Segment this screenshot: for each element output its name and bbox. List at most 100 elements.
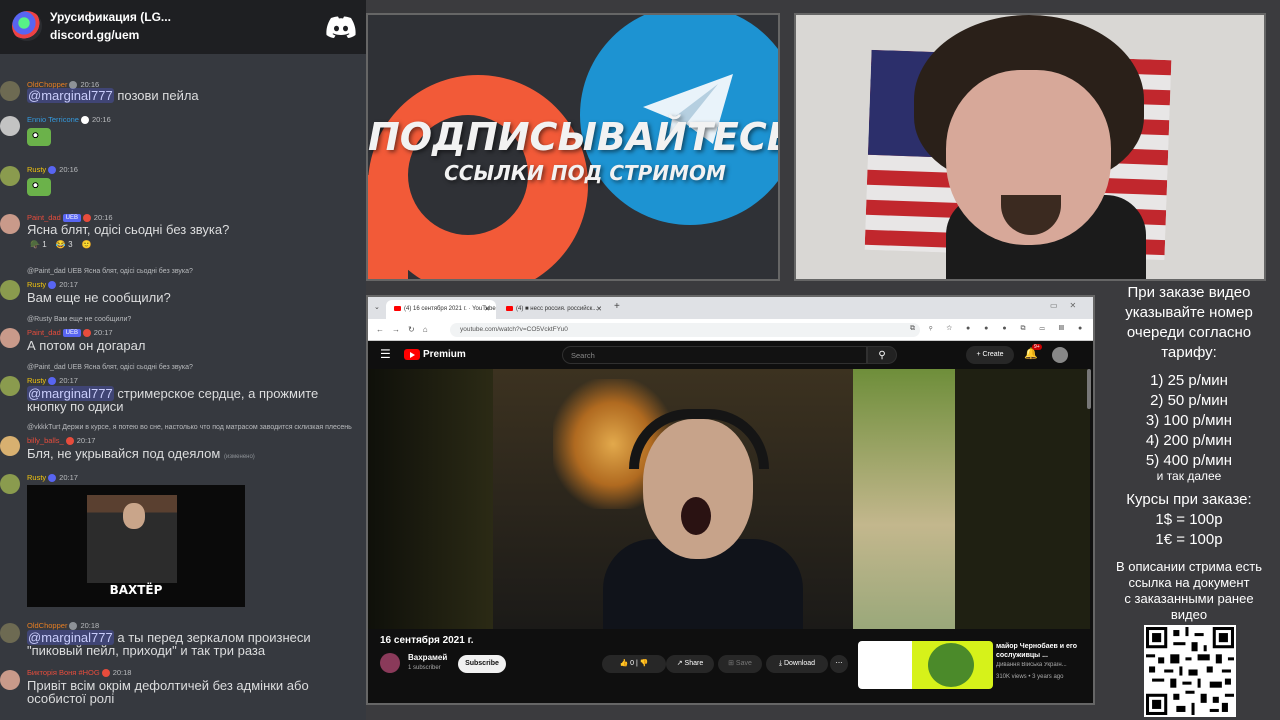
user-mention[interactable]: @marginal777	[27, 88, 114, 103]
message-text-line2: кнопку по одиси	[27, 399, 124, 414]
youtube-header: ☰ Premium Search ⚲ + Create 🔔 9+	[368, 341, 1093, 369]
more-actions-button[interactable]: ⋯	[830, 655, 848, 673]
url-input[interactable]: youtube.com/watch?v=CO5VcktFYu0	[450, 323, 920, 337]
user-avatar	[0, 376, 20, 396]
status-badge-icon	[65, 437, 74, 446]
username[interactable]: billy_balls_	[27, 436, 64, 445]
youtube-brand[interactable]: Premium	[423, 349, 466, 360]
search-input[interactable]: Search	[562, 346, 867, 364]
info-line: Курсы при заказе:	[1126, 491, 1252, 508]
video-player[interactable]	[368, 369, 1090, 629]
status-badge-icon	[82, 214, 91, 223]
user-badge-icon	[48, 474, 57, 483]
video-frame-side	[853, 369, 955, 629]
username[interactable]: Paint_dad	[27, 213, 61, 222]
status-badge-icon	[101, 669, 110, 678]
nav-buttons[interactable]: ←→↻⌂	[376, 325, 436, 334]
reaction[interactable]: 🪖 1	[30, 240, 47, 249]
subscribe-button[interactable]: Subscribe	[458, 655, 506, 673]
username[interactable]: Rusty	[27, 473, 46, 482]
patreon-logo-stem	[368, 175, 408, 279]
username[interactable]: Paint_dad	[27, 328, 61, 337]
timestamp: 20:18	[80, 621, 100, 630]
message-meta: Paint_dad UEB 20:16	[27, 213, 113, 223]
browser-tab-2[interactable]: (4) ■ несс россия. российск... ✕	[498, 300, 608, 319]
username[interactable]: Ennio Terricone	[27, 115, 79, 124]
youtube-play-icon	[410, 352, 415, 358]
order-instructions: При заказе видео указывайте номер очеред…	[1098, 283, 1280, 363]
status-badge-icon	[82, 329, 91, 338]
message-text: Ясна блят, одісі сьодні без звука?	[27, 222, 230, 237]
user-avatar	[0, 328, 20, 348]
close-tab-icon[interactable]: ✕	[484, 305, 490, 313]
rate-list: 1) 25 р/мин 2) 50 р/мин 3) 100 р/мин 4) …	[1098, 371, 1280, 471]
save-button[interactable]: ⊞ Save	[718, 655, 762, 673]
role-badge: UEB	[62, 214, 81, 223]
info-line: В описании стрима есть	[1115, 559, 1263, 574]
notification-count-badge: 9+	[1032, 344, 1042, 350]
browser-window: ⌄ (4) 16 сентября 2021 г. · YouTube ✕ (4)…	[366, 295, 1095, 705]
channel-name[interactable]: Вахрамей	[408, 653, 447, 662]
reply-preview[interactable]: @vkkkTurt Держи в курсе, я потею во сне,…	[27, 424, 352, 431]
tab-search-icon[interactable]: ⌄	[374, 303, 380, 311]
message-meta: Paint_dad UEB 20:17	[27, 328, 113, 338]
username[interactable]: OldChopper	[27, 621, 67, 630]
reaction[interactable]: 😂 3	[56, 240, 73, 249]
pepe-sticker-icon	[27, 178, 51, 196]
message-text: А потом он догарал	[27, 338, 146, 353]
username[interactable]: Rusty	[27, 280, 46, 289]
description-note: В описании стрима есть ссылка на докумен…	[1098, 559, 1280, 623]
share-button[interactable]: ↗ Share	[666, 655, 714, 673]
reply-preview[interactable]: @Rusty Вам еще не сообщили?	[27, 316, 131, 323]
qr-code-icon	[1144, 625, 1236, 717]
timestamp: 20:18	[112, 668, 132, 677]
rate-item: 3) 100 р/мин	[1145, 412, 1233, 429]
download-button[interactable]: ⤓ Download	[766, 655, 828, 673]
user-badge-icon	[48, 281, 57, 290]
browser-tab-youtube[interactable]: (4) 16 сентября 2021 г. · YouTube ✕	[386, 300, 496, 319]
user-avatar	[0, 436, 20, 456]
channel-avatar[interactable]	[380, 653, 400, 673]
subscriber-count: 1 subscriber	[408, 665, 441, 671]
server-avatar	[12, 11, 42, 41]
user-avatar[interactable]	[1052, 347, 1068, 363]
create-button[interactable]: + Create	[966, 346, 1014, 364]
tab-title: (4) 16 сентября 2021 г. · YouTube	[404, 306, 496, 313]
message-meta: Rusty 20:17	[27, 280, 78, 290]
message-content: позови пейла	[113, 88, 199, 103]
pepe-sticker-icon	[27, 128, 51, 146]
search-icon[interactable]: ⚲	[867, 346, 897, 364]
username[interactable]: Rusty	[27, 165, 46, 174]
recommended-channel[interactable]: Дивання Військa Україн...	[996, 662, 1091, 668]
reaction[interactable]: 🙂	[82, 240, 92, 249]
info-line: видео	[1170, 607, 1208, 622]
username[interactable]: Rusty	[27, 376, 46, 385]
rate-item: 4) 200 р/мин	[1145, 432, 1233, 449]
gif-embed[interactable]: ВАХТЁР	[27, 485, 245, 607]
message-text: Бля, не укрывайся под одеялом (изменено)	[27, 447, 255, 464]
message-meta: Ennio Terricone 20:16	[27, 115, 111, 125]
extension-icons[interactable]: ⧉ ⚲ ☆ ● ● ● ⧉ ▭ ▤ ● ⋮	[910, 325, 1093, 333]
user-badge-icon	[69, 622, 78, 631]
order-info-panel: При заказе видео указывайте номер очеред…	[1098, 283, 1280, 720]
video-person-mouth	[681, 497, 711, 535]
video-title: 16 сентября 2021 г.	[380, 635, 474, 646]
like-dislike-button[interactable]: 👍 0 | 👎	[602, 655, 666, 673]
message-content: Бля, не укрывайся под одеялом	[27, 446, 221, 461]
user-badge-icon	[48, 166, 57, 175]
new-tab-icon[interactable]: +	[614, 301, 620, 312]
message-meta: Rusty 20:17	[27, 473, 78, 483]
tab-bar: ⌄ (4) 16 сентября 2021 г. · YouTube ✕ (4)…	[368, 297, 1093, 319]
username[interactable]: Бикторія Воня #HOG	[27, 668, 100, 677]
page-scrollbar[interactable]	[1087, 369, 1091, 409]
promo-subtitle: ССЫЛКИ ПОД СТРИМОМ	[444, 161, 726, 185]
window-controls[interactable]: ▭✕	[1050, 301, 1088, 310]
youtube-favicon-icon	[394, 306, 401, 311]
reply-preview[interactable]: @Paint_dad UEB Ясна блят, одісі сьодні б…	[27, 364, 193, 371]
recommended-views: 310K views • 3 years ago	[996, 674, 1064, 680]
recommended-title[interactable]: майор Чернобаев и его сослуживцы ...	[996, 642, 1086, 660]
timestamp: 20:17	[76, 436, 96, 445]
hamburger-menu-icon[interactable]: ☰	[380, 347, 391, 361]
close-tab-icon[interactable]: ✕	[596, 305, 602, 313]
reply-preview[interactable]: @Paint_dad UEB Ясна блят, одісі сьодні б…	[27, 268, 193, 275]
